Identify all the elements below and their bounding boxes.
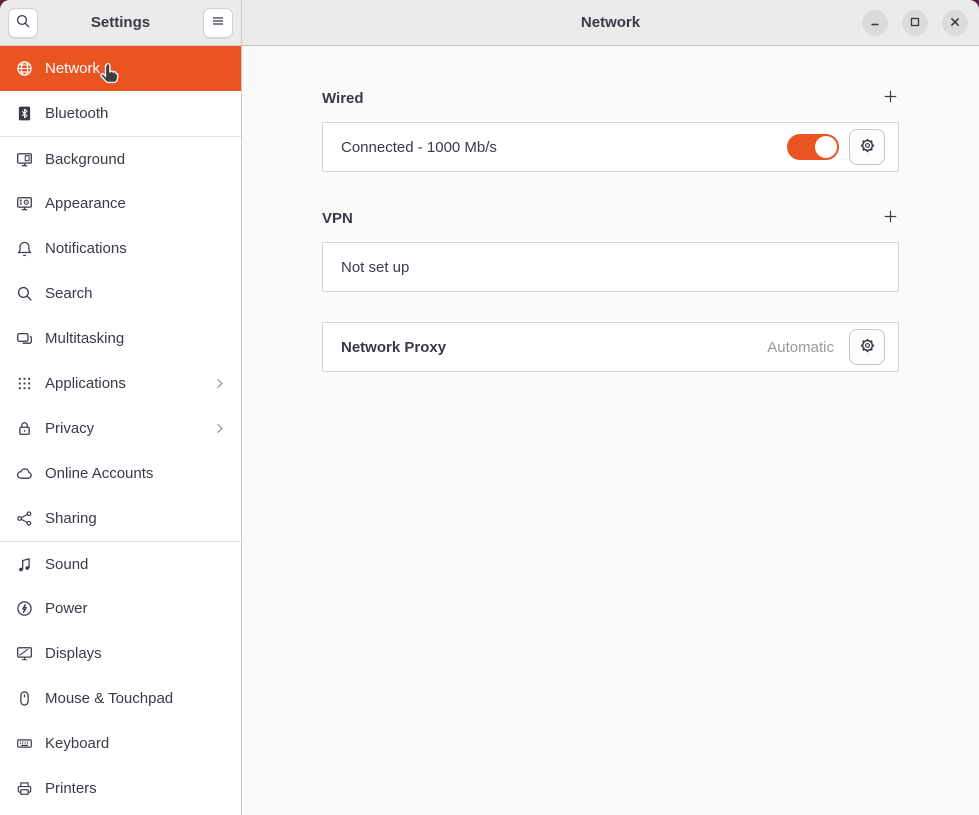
sidebar-item-keyboard[interactable]: Keyboard [0,721,241,766]
sidebar-item-label: Multitasking [45,330,227,347]
wired-toggle-switch[interactable] [787,134,839,160]
sidebar-item-label: Online Accounts [45,465,227,482]
sidebar-item-label: Applications [45,375,200,392]
add-vpn-button[interactable] [881,209,899,227]
gear-icon [858,336,877,358]
wired-section-title: Wired [322,90,364,107]
plus-icon [882,208,899,228]
add-wired-connection-button[interactable] [881,89,899,107]
sidebar-item-label: Mouse & Touchpad [45,690,227,707]
sidebar-item-mouse-touchpad[interactable]: Mouse & Touchpad [0,676,241,721]
sidebar-item-label: Appearance [45,195,227,212]
vpn-section-header: VPN [322,208,899,228]
sidebar: Settings Network Bluetooth Background Ap… [0,0,242,815]
minimize-icon [867,14,883,33]
maximize-icon [907,14,923,33]
minimize-button[interactable] [862,10,888,36]
sidebar-headerbar: Settings [0,0,241,46]
mouse-icon [16,690,33,707]
sidebar-item-privacy[interactable]: Privacy [0,406,241,451]
sidebar-item-label: Displays [45,645,227,662]
wired-section: Wired Connected - 1000 Mb/s [322,88,899,172]
sidebar-list: Network Bluetooth Background Appearance … [0,46,241,815]
sidebar-item-label: Privacy [45,420,200,437]
wired-connection-row: Connected - 1000 Mb/s [322,122,899,172]
sidebar-item-multitasking[interactable]: Multitasking [0,316,241,361]
hamburger-menu-icon [210,13,226,32]
sidebar-item-online-accounts[interactable]: Online Accounts [0,451,241,496]
sidebar-item-sound[interactable]: Sound [0,541,241,586]
sidebar-item-background[interactable]: Background [0,136,241,181]
proxy-options-button[interactable] [849,329,885,365]
network-proxy-label: Network Proxy [341,339,767,356]
sidebar-item-label: Notifications [45,240,227,257]
bluetooth-icon [16,105,33,122]
main-panel: Network Wired [242,0,979,815]
wired-status-text: Connected - 1000 Mb/s [341,139,787,156]
sidebar-item-applications[interactable]: Applications [0,361,241,406]
display-icon [16,645,33,662]
app-title: Settings [91,14,150,31]
chevron-right-icon [212,376,227,391]
maximize-button[interactable] [902,10,928,36]
network-proxy-row: Network Proxy Automatic [322,322,899,372]
music-note-icon [16,556,33,573]
search-icon [15,13,31,32]
sidebar-item-label: Sharing [45,510,227,527]
network-content: Wired Connected - 1000 Mb/s VPN [242,46,979,372]
appearance-monitor-icon [16,195,33,212]
sidebar-item-search[interactable]: Search [0,271,241,316]
wired-options-button[interactable] [849,129,885,165]
globe-icon [16,60,33,77]
search-button[interactable] [8,8,38,38]
sidebar-item-label: Keyboard [45,735,227,752]
sidebar-item-label: Search [45,285,227,302]
chevron-right-icon [212,421,227,436]
share-nodes-icon [16,510,33,527]
sidebar-item-printers[interactable]: Printers [0,766,241,811]
lock-icon [16,420,33,437]
primary-menu-button[interactable] [203,8,233,38]
multitasking-windows-icon [16,330,33,347]
vpn-section: VPN Not set up [322,208,899,292]
vpn-section-title: VPN [322,210,353,227]
sidebar-item-label: Bluetooth [45,105,227,122]
sidebar-item-network[interactable]: Network [0,46,241,91]
settings-window: Settings Network Bluetooth Background Ap… [0,0,979,815]
sidebar-item-label: Background [45,151,227,168]
bell-icon [16,240,33,257]
vpn-status-row: Not set up [322,242,899,292]
monitor-wallpaper-icon [16,151,33,168]
sidebar-item-displays[interactable]: Displays [0,631,241,676]
sidebar-item-label: Sound [45,556,227,573]
proxy-mode-value: Automatic [767,339,834,356]
keyboard-icon [16,735,33,752]
toggle-knob [815,136,837,158]
sidebar-item-notifications[interactable]: Notifications [0,226,241,271]
vpn-status-text: Not set up [341,259,885,276]
search-icon [16,285,33,302]
close-button[interactable] [942,10,968,36]
main-headerbar: Network [242,0,979,46]
wired-section-header: Wired [322,88,899,108]
printer-icon [16,780,33,797]
gear-icon [858,136,877,158]
cloud-icon [16,465,33,482]
window-controls [862,0,968,46]
page-title: Network [581,14,640,31]
sidebar-item-label: Network [45,60,227,77]
sidebar-item-label: Printers [45,780,227,797]
power-icon [16,600,33,617]
app-grid-icon [16,375,33,392]
close-icon [947,14,963,33]
sidebar-item-power[interactable]: Power [0,586,241,631]
sidebar-item-appearance[interactable]: Appearance [0,181,241,226]
sidebar-item-label: Power [45,600,227,617]
plus-icon [882,88,899,108]
sidebar-item-bluetooth[interactable]: Bluetooth [0,91,241,136]
sidebar-item-sharing[interactable]: Sharing [0,496,241,541]
